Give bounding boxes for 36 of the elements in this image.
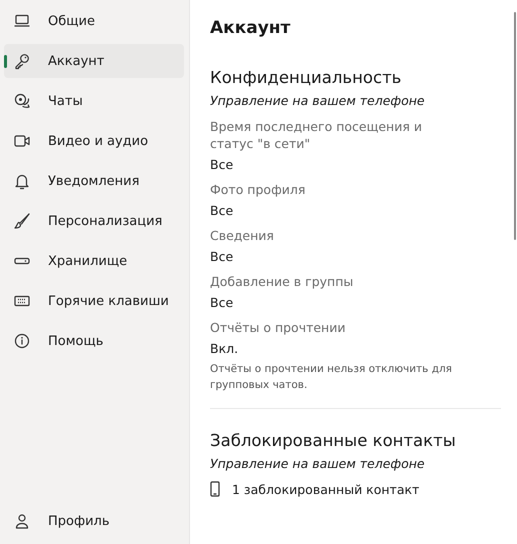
section-subtitle: Управление на вашем телефоне <box>210 92 426 110</box>
nav-item[interactable]: Аккаунт <box>4 44 184 78</box>
key-icon <box>13 52 31 70</box>
brush-icon <box>13 212 31 230</box>
bell-icon <box>13 172 31 190</box>
nav-item[interactable]: Чаты <box>4 84 184 118</box>
nav-item[interactable]: Уведомления <box>4 164 184 198</box>
section-heading: Конфиденциальность <box>210 67 402 89</box>
nav-item[interactable]: Горячие клавиши <box>4 284 184 318</box>
blocked-contacts-link[interactable]: 1 заблокированный контакт <box>232 482 420 496</box>
nav-item[interactable]: Персонализация <box>4 204 184 238</box>
phone-icon <box>210 481 220 497</box>
setting-label: Фото профиля <box>210 181 306 198</box>
nav-item[interactable]: Помощь <box>4 324 184 358</box>
nav-item[interactable]: Общие <box>4 4 184 38</box>
nav-item[interactable]: Хранилище <box>4 244 184 278</box>
scrollbar[interactable] <box>514 12 516 240</box>
setting-value: Все <box>210 248 234 266</box>
setting-label: Отчёты о прочтении <box>210 319 346 336</box>
setting-label: Сведения <box>210 227 275 244</box>
setting-value: Все <box>210 156 234 174</box>
info-icon <box>13 332 31 350</box>
setting-value: Вкл. <box>210 340 240 358</box>
section-heading: Заблокированные контакты <box>210 430 457 452</box>
setting-value: Все <box>210 294 234 312</box>
nav-item[interactable]: Профиль <box>4 504 184 538</box>
setting-label: Добавление в группы <box>210 273 354 290</box>
selection-indicator <box>4 55 7 68</box>
setting-note: Отчёты о прочтении нельзя отключить для групповых чатов. <box>210 362 453 393</box>
nav-item[interactable]: Видео и аудио <box>4 124 184 158</box>
setting-label: Время последнего посещения и статус "в сети" <box>210 118 423 152</box>
section-subtitle: Управление на вашем телефоне <box>210 455 426 473</box>
setting-value: Все <box>210 202 234 220</box>
person-icon <box>13 512 31 530</box>
chat-icon <box>13 92 31 110</box>
page-title: Аккаунт <box>210 17 292 40</box>
